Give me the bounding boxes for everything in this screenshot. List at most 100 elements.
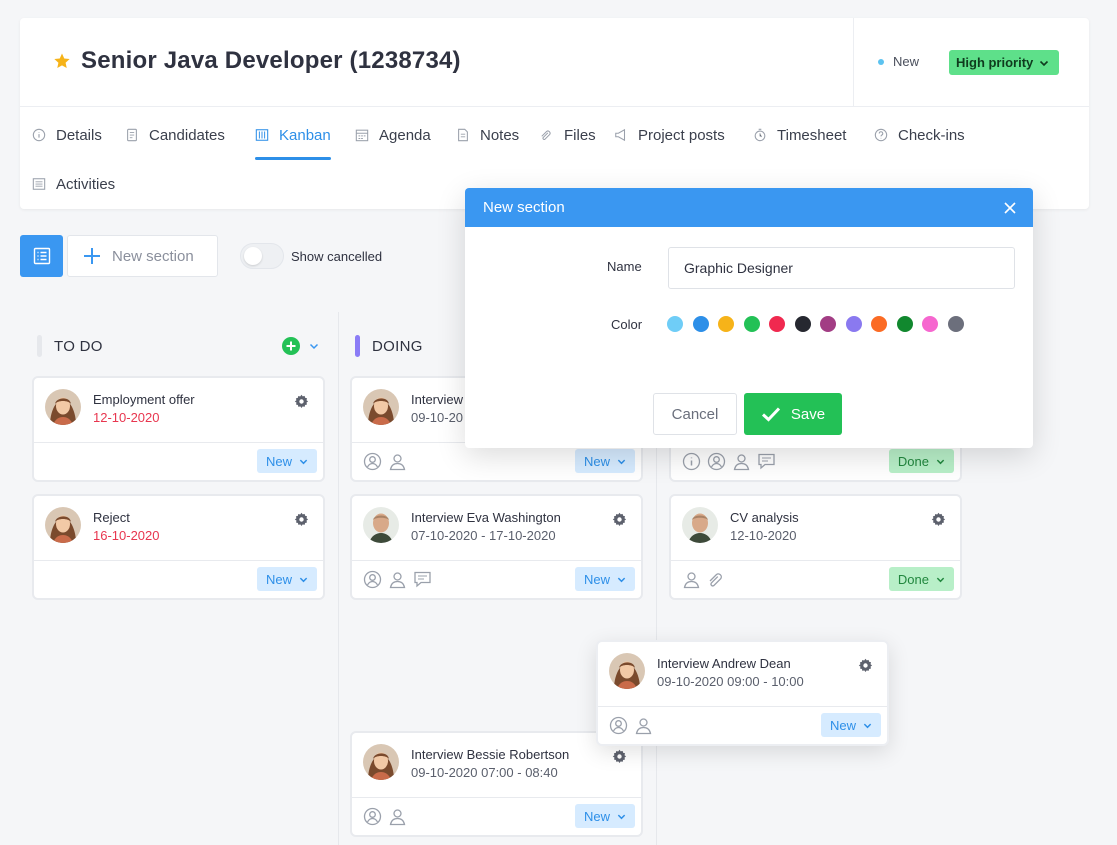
gear-icon[interactable] <box>612 512 627 527</box>
card-body: Interview Eva Washington 07-10-2020 - 17… <box>352 496 641 561</box>
card-title: Reject <box>93 510 130 525</box>
list-icon <box>32 178 46 190</box>
color-picker <box>667 316 964 332</box>
user-icon[interactable] <box>634 716 653 735</box>
comment-icon[interactable] <box>413 570 432 589</box>
kanban-card[interactable]: Interview Eva Washington 07-10-2020 - 17… <box>350 494 643 600</box>
paperclip-icon[interactable] <box>707 570 726 589</box>
tab-timesheet[interactable]: Timesheet <box>753 118 846 152</box>
avatar <box>363 744 399 780</box>
tab-check-ins[interactable]: Check-ins <box>874 118 965 152</box>
user-icon[interactable] <box>388 807 407 826</box>
color-swatch[interactable] <box>871 316 887 332</box>
color-swatch[interactable] <box>743 316 760 332</box>
card-date: 09-10-2020 07:00 - 08:40 <box>411 765 558 780</box>
tab-kanban[interactable]: Kanban <box>255 118 331 160</box>
dragged-kanban-card[interactable]: Interview Andrew Dean 09-10-2020 09:00 -… <box>596 640 889 746</box>
status-dropdown[interactable]: Done <box>888 567 954 591</box>
column-color-bar <box>37 335 42 357</box>
user-icon[interactable] <box>388 570 407 589</box>
card-date: 09-10-2020 09:00 - 10:00 <box>657 674 804 689</box>
card-title: Interview Andrew Dean <box>657 656 791 671</box>
tab-activities[interactable]: Activities <box>32 167 115 201</box>
color-swatch[interactable] <box>947 316 964 332</box>
save-button[interactable]: Save <box>744 393 842 435</box>
checkmark-icon <box>761 407 780 422</box>
new-section-button[interactable]: New section <box>67 235 218 277</box>
status-dropdown[interactable]: New <box>574 449 635 473</box>
kanban-card[interactable]: Interview Bessie Robertson 09-10-2020 07… <box>350 731 643 837</box>
tab-agenda[interactable]: Agenda <box>355 118 431 152</box>
name-input[interactable] <box>668 247 1015 289</box>
user-circle-icon[interactable] <box>363 570 382 589</box>
comment-icon[interactable] <box>757 452 776 471</box>
status-dropdown[interactable]: New <box>820 713 881 737</box>
color-swatch[interactable] <box>692 316 709 332</box>
color-swatch[interactable] <box>820 316 836 332</box>
user-circle-icon[interactable] <box>707 452 726 471</box>
card-body: Employment offer 12-10-2020 <box>34 378 323 443</box>
user-circle-icon[interactable] <box>609 716 628 735</box>
status-dropdown[interactable]: New <box>256 449 317 473</box>
kanban-card[interactable]: CV analysis 12-10-2020 Done <box>669 494 962 600</box>
card-date: 12-10-2020 <box>93 410 160 425</box>
tab-label: Candidates <box>149 126 225 144</box>
color-swatch[interactable] <box>667 316 683 332</box>
status-dropdown[interactable]: New <box>574 804 635 828</box>
color-swatch[interactable] <box>718 316 734 332</box>
gear-icon[interactable] <box>931 512 946 527</box>
column-color-bar <box>355 335 360 357</box>
tab-notes[interactable]: Notes <box>456 118 519 152</box>
user-icon[interactable] <box>682 570 701 589</box>
save-label: Save <box>790 405 826 423</box>
status-label: New <box>829 717 856 733</box>
list-view-button[interactable] <box>20 235 63 277</box>
info-icon[interactable] <box>682 452 701 471</box>
avatar <box>609 653 645 689</box>
status-dropdown[interactable]: Done <box>888 449 954 473</box>
tab-candidates[interactable]: Candidates <box>125 118 225 152</box>
card-date: 09-10-20 <box>411 410 464 425</box>
kanban-card[interactable]: Reject 16-10-2020 New <box>32 494 325 600</box>
star-icon[interactable] <box>53 52 71 70</box>
status-label: Done <box>897 571 929 587</box>
close-icon[interactable] <box>1004 202 1016 214</box>
avatar <box>363 389 399 425</box>
status-dropdown[interactable]: New <box>574 567 635 591</box>
priority-dropdown[interactable]: High priority <box>949 50 1060 75</box>
tab-label: Kanban <box>279 126 331 144</box>
tab-details[interactable]: Details <box>32 118 102 152</box>
status-label: New <box>583 808 610 824</box>
chevron-down-icon[interactable] <box>309 341 319 351</box>
gear-icon[interactable] <box>858 658 873 673</box>
add-card-icon[interactable] <box>282 337 300 355</box>
tab-project-posts[interactable]: Project posts <box>614 118 725 152</box>
card-icons <box>682 570 726 589</box>
tab-label: Check-ins <box>898 126 965 144</box>
gear-icon[interactable] <box>294 394 309 409</box>
color-swatch[interactable] <box>794 316 811 332</box>
avatar <box>363 507 399 543</box>
color-swatch[interactable] <box>769 316 785 332</box>
user-icon[interactable] <box>732 452 751 471</box>
show-cancelled-toggle[interactable] <box>240 243 284 269</box>
kanban-card[interactable]: Employment offer 12-10-2020 New <box>32 376 325 482</box>
card-title: Interview Bessie Robertson <box>411 747 570 762</box>
chevron-down-icon <box>863 723 872 728</box>
tab-label: Activities <box>56 175 116 193</box>
color-swatch[interactable] <box>896 316 913 332</box>
status-label[interactable]: New <box>893 54 919 69</box>
avatar <box>45 389 81 425</box>
color-swatch[interactable] <box>922 316 938 332</box>
tab-files[interactable]: Files <box>540 118 596 152</box>
card-body: CV analysis 12-10-2020 <box>671 496 960 561</box>
status-dropdown[interactable]: New <box>256 567 317 591</box>
user-circle-icon[interactable] <box>363 452 382 471</box>
cancel-button[interactable]: Cancel <box>653 393 737 435</box>
color-swatch[interactable] <box>845 316 862 332</box>
gear-icon[interactable] <box>294 512 309 527</box>
user-icon[interactable] <box>388 452 407 471</box>
tab-label: Notes <box>480 126 520 144</box>
user-circle-icon[interactable] <box>363 807 382 826</box>
gear-icon[interactable] <box>612 749 627 764</box>
